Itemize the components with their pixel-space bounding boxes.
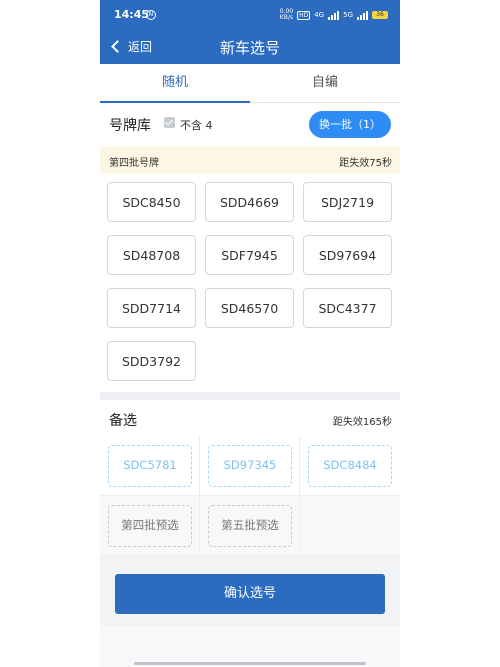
confirm-selection-button[interactable]: 确认选号 (115, 574, 385, 614)
alternate-plate-chip[interactable]: SDC5781 (108, 445, 192, 487)
alternates-expire-countdown: 距失效165秒 (332, 417, 392, 428)
plate-pool-header: 号牌库 不含 4 换一批（1） (100, 103, 400, 146)
app-header: 14:45 N 0.00 KB/s HD 4G 5G 36 返回 新车选号 (100, 0, 400, 64)
phone-screen: 14:45 N 0.00 KB/s HD 4G 5G 36 返回 新车选号 随机… (100, 0, 400, 667)
signal-icon (328, 10, 340, 20)
section-divider (100, 392, 400, 400)
5g-label: 5G (343, 11, 353, 19)
plate-option[interactable]: SDC4377 (303, 288, 392, 328)
tab-bar: 随机 自编 (100, 64, 400, 103)
plate-option[interactable]: SD46570 (205, 288, 294, 328)
tab-custom[interactable]: 自编 (250, 64, 400, 102)
system-nav-area (100, 626, 400, 667)
notification-icon: N (146, 10, 156, 20)
alternates-grid: SDC5781 SD97345 SDC8484 第四批预选 第五批预选 (100, 436, 400, 556)
plate-option[interactable]: SDF7945 (205, 235, 294, 275)
exclude-four-label[interactable]: 不含 4 (180, 117, 213, 133)
batch-expire-countdown: 距失效75秒 (339, 158, 392, 169)
status-bar: 14:45 N 0.00 KB/s HD 4G 5G 36 (100, 0, 400, 28)
alternate-slot: SDC8484 (300, 436, 400, 496)
battery-icon: 36 (372, 11, 388, 19)
home-indicator[interactable] (134, 662, 366, 665)
preselect-chip[interactable]: 第四批预选 (108, 505, 192, 547)
plate-option[interactable]: SD48708 (107, 235, 196, 275)
plate-option[interactable]: SD97694 (303, 235, 392, 275)
batch-label: 第四批号牌 (109, 158, 159, 169)
exclude-four-checkbox[interactable] (164, 117, 175, 128)
nav-bar: 返回 新车选号 (100, 30, 400, 64)
plate-grid: SDC8450 SDD4669 SDJ2719 SD48708 SDF7945 … (100, 174, 400, 392)
footer: 确认选号 (100, 556, 400, 626)
batch-banner: 第四批号牌 距失效75秒 (100, 146, 400, 174)
4g-label: 4G (314, 11, 325, 19)
alternates-title: 备选 (109, 413, 137, 429)
plate-option[interactable]: SDD4669 (205, 182, 294, 222)
empty-slot (300, 496, 400, 556)
page-title: 新车选号 (219, 39, 280, 57)
preselect-slot: 第四批预选 (100, 496, 200, 556)
network-speed: 0.00 KB/s (279, 8, 294, 21)
hd-icon: HD (297, 10, 311, 20)
plate-option[interactable]: SDC8450 (107, 182, 196, 222)
alternate-slot: SDC5781 (100, 436, 200, 496)
alternate-slot: SD97345 (200, 436, 300, 496)
swap-batch-button[interactable]: 换一批（1） (309, 111, 391, 138)
plate-option[interactable]: SDJ2719 (303, 182, 392, 222)
alternates-header: 备选 距失效165秒 (100, 400, 400, 437)
preselect-chip[interactable]: 第五批预选 (208, 505, 292, 547)
tab-random[interactable]: 随机 (100, 64, 250, 102)
plate-option[interactable]: SDD7714 (107, 288, 196, 328)
signal-icon-2 (357, 10, 368, 20)
alternate-plate-chip[interactable]: SDC8484 (308, 445, 392, 487)
status-indicators: 0.00 KB/s HD 4G 5G 36 (280, 9, 388, 21)
alternate-plate-chip[interactable]: SD97345 (208, 445, 292, 487)
status-time: 14:45 (114, 8, 150, 21)
preselect-slot: 第五批预选 (200, 496, 300, 556)
pool-title: 号牌库 (109, 118, 151, 134)
plate-option[interactable]: SDD3792 (107, 341, 196, 381)
